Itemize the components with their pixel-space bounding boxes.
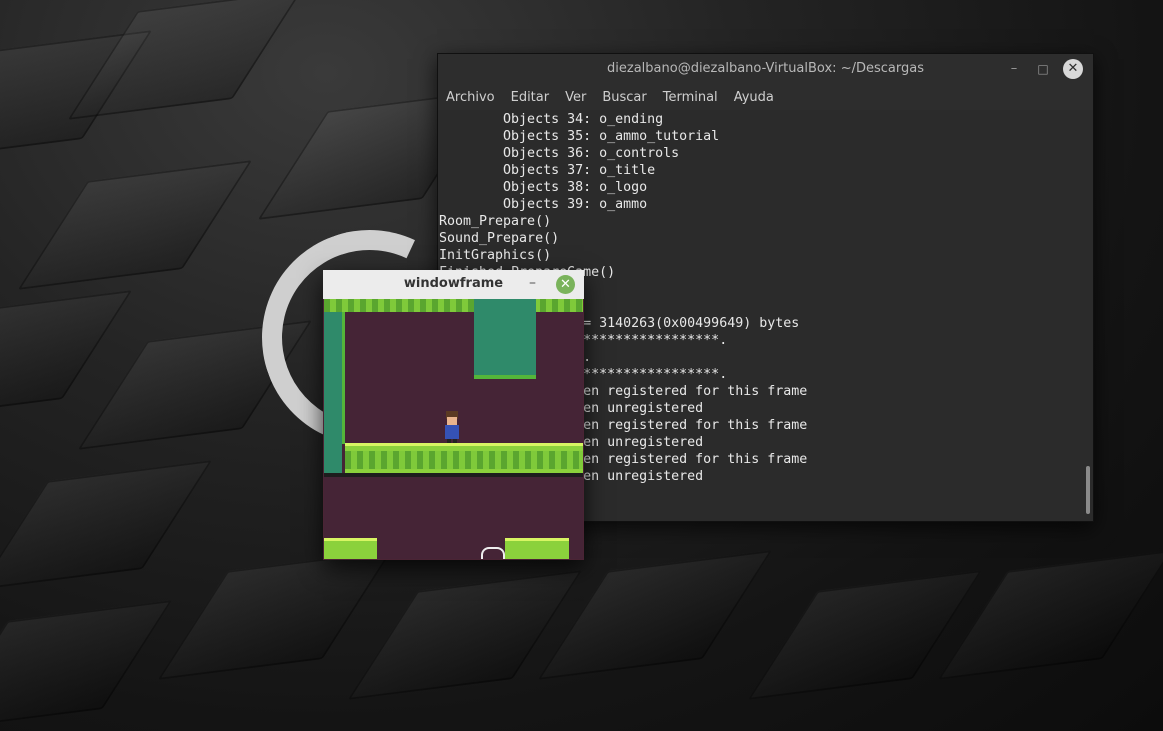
wall-edge bbox=[342, 312, 345, 444]
floor-underside bbox=[324, 473, 583, 477]
bg-tile bbox=[937, 550, 1163, 680]
minimize-button[interactable]: – bbox=[529, 275, 543, 291]
terminal-scrollbar[interactable] bbox=[1086, 466, 1090, 514]
game-canvas[interactable] bbox=[324, 299, 583, 559]
menu-buscar[interactable]: Buscar bbox=[602, 84, 654, 110]
left-platform bbox=[324, 538, 377, 559]
bg-tile bbox=[0, 460, 213, 590]
bg-tile bbox=[747, 570, 983, 700]
left-wall bbox=[324, 312, 342, 477]
menu-editar[interactable]: Editar bbox=[511, 84, 558, 110]
menu-ver[interactable]: Ver bbox=[565, 84, 594, 110]
terminal-menubar: Archivo Editar Ver Buscar Terminal Ayuda bbox=[438, 84, 1093, 110]
bg-tile bbox=[157, 550, 393, 680]
bg-tile bbox=[537, 550, 773, 680]
terminal-titlebar[interactable]: diezalbano@diezalbano-VirtualBox: ~/Desc… bbox=[438, 54, 1093, 84]
close-button[interactable]: ✕ bbox=[556, 275, 575, 294]
ceiling-grass bbox=[324, 299, 583, 312]
bg-tile bbox=[17, 160, 253, 290]
menu-terminal[interactable]: Terminal bbox=[663, 84, 726, 110]
minimize-button[interactable]: – bbox=[1004, 60, 1024, 78]
player-sprite bbox=[443, 411, 461, 443]
game-title: windowframe bbox=[403, 276, 504, 291]
maximize-button[interactable]: □ bbox=[1033, 60, 1053, 78]
terminal-title: diezalbano@diezalbano-VirtualBox: ~/Desc… bbox=[607, 61, 924, 76]
game-window[interactable]: windowframe – ✕ bbox=[323, 270, 584, 560]
menu-archivo[interactable]: Archivo bbox=[446, 84, 503, 110]
hanging-column bbox=[474, 299, 536, 379]
close-button[interactable]: ✕ bbox=[1063, 59, 1083, 79]
bg-tile bbox=[347, 570, 583, 700]
right-platform bbox=[505, 538, 569, 559]
game-titlebar[interactable]: windowframe – ✕ bbox=[323, 270, 584, 299]
bg-tile bbox=[0, 600, 173, 730]
ammo-pickup bbox=[481, 547, 505, 559]
column-edge bbox=[474, 375, 536, 379]
menu-ayuda[interactable]: Ayuda bbox=[734, 84, 782, 110]
floor-pattern bbox=[345, 451, 583, 469]
